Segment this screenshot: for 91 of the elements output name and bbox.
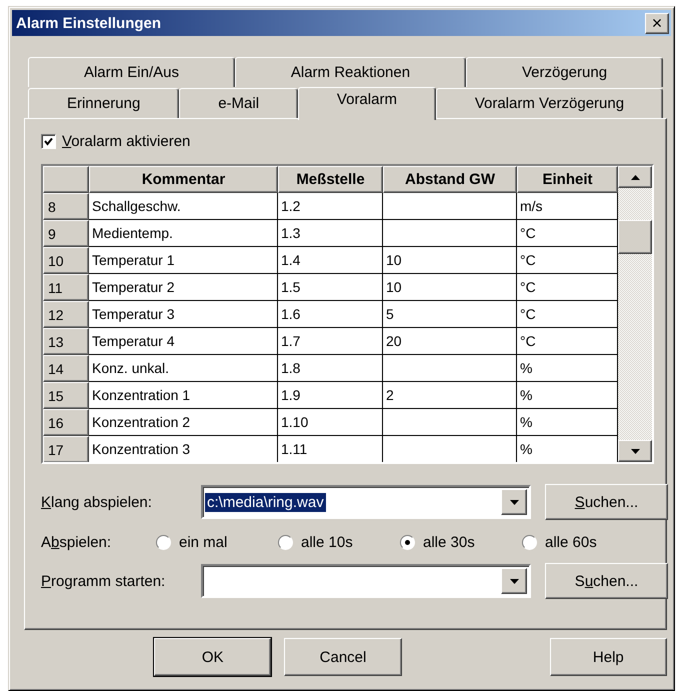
row-header: 16 [43,409,89,436]
table-cell[interactable] [383,355,517,382]
window-title: Alarm Einstellungen [16,14,162,32]
radio-label: ein mal [179,534,228,551]
tab[interactable]: Erinnerung [28,88,180,118]
table-cell[interactable]: °C [517,220,618,247]
table-cell[interactable]: % [517,409,618,436]
tab[interactable]: Voralarm Verzögerung [436,88,664,118]
table-cell[interactable]: 1.3 [278,220,383,247]
table-cell[interactable] [383,220,517,247]
column-header[interactable]: Meßstelle [278,166,383,193]
table-cell[interactable]: Temperatur 4 [89,328,278,355]
table-cell[interactable]: 1.9 [278,382,383,409]
table-cell[interactable]: 20 [383,328,517,355]
radio-label: alle 60s [545,534,597,551]
radio-button[interactable] [278,535,293,550]
row-header: 15 [43,382,89,409]
tab[interactable]: Verzögerung [466,57,663,87]
scrollbar[interactable] [618,166,652,462]
tab[interactable]: Alarm Reaktionen [234,57,466,87]
sound-label: Klang abspielen: [41,494,153,510]
table-cell[interactable] [383,193,517,220]
up-arrow-icon [630,174,640,180]
table-cell[interactable] [383,409,517,436]
table-cell[interactable]: °C [517,301,618,328]
table-cell[interactable]: 1.2 [278,193,383,220]
row-header: 13 [43,328,89,355]
row-header: 10 [43,247,89,274]
table-cell[interactable] [383,436,517,462]
row-header: 12 [43,301,89,328]
checkbox-label: Voralarm aktivieren [62,133,190,150]
scroll-thumb[interactable] [618,220,652,254]
radio-button[interactable] [156,535,171,550]
table-cell[interactable]: 1.6 [278,301,383,328]
down-arrow-icon [510,500,518,504]
close-button[interactable]: × [645,12,669,34]
radio-label: alle 30s [423,534,475,551]
table-cell[interactable]: 5 [383,301,517,328]
tab[interactable]: Alarm Ein/Aus [28,57,235,87]
table-cell[interactable]: °C [517,247,618,274]
table-cell[interactable]: 1.11 [278,436,383,462]
table-cell[interactable]: Konzentration 2 [89,409,278,436]
radio-label: alle 10s [301,534,353,551]
tab[interactable]: e-Mail [179,88,298,118]
table-cell[interactable]: 1.10 [278,409,383,436]
table-cell[interactable]: Konz. unkal. [89,355,278,382]
table-cell[interactable]: Temperatur 2 [89,274,278,301]
table-cell[interactable]: % [517,436,618,462]
down-arrow-icon [510,578,518,584]
table-cell[interactable]: % [517,382,618,409]
sound-combo[interactable]: c:\media\ring.wav [201,485,531,519]
radio-button[interactable] [400,535,415,550]
table-cell[interactable]: °C [517,274,618,301]
table-cell[interactable]: Temperatur 3 [89,301,278,328]
dialog-button[interactable]: Help [550,638,667,676]
column-header[interactable]: Kommentar [89,166,278,193]
row-header: 9 [43,220,89,247]
dialog-button[interactable]: Cancel [284,638,402,676]
table-cell[interactable]: 1.4 [278,247,383,274]
table-cell[interactable]: 1.8 [278,355,383,382]
table-cell[interactable]: 1.5 [278,274,383,301]
table-cell[interactable]: m/s [517,193,618,220]
row-header: 8 [43,193,89,220]
row-header: 11 [43,274,89,301]
browse-button[interactable]: Suchen... [545,484,668,520]
table-cell[interactable]: % [517,355,618,382]
program-combo[interactable] [201,564,531,598]
column-header[interactable]: Einheit [517,166,618,193]
table-cell[interactable]: 10 [383,274,517,301]
down-arrow-icon [630,448,640,454]
play-label: Abspielen: [41,534,112,551]
table-cell[interactable]: Konzentration 3 [89,436,278,462]
table-cell[interactable]: 2 [383,382,517,409]
table-cell[interactable]: Medientemp. [89,220,278,247]
row-header: 17 [43,436,89,462]
table-cell[interactable]: 1.7 [278,328,383,355]
corner-cell [43,166,89,193]
checkbox[interactable] [41,134,56,149]
radio-button[interactable] [522,535,537,550]
browse-button[interactable]: Suchen... [545,563,668,599]
row-header: 14 [43,355,89,382]
table-cell[interactable]: °C [517,328,618,355]
table-cell[interactable]: 10 [383,247,517,274]
field-value: c:\media\ring.wav [205,492,326,512]
table-cell[interactable]: Temperatur 1 [89,247,278,274]
tab[interactable]: Voralarm [298,87,436,120]
table-cell[interactable]: Schallgeschw. [89,193,278,220]
column-header[interactable]: Abstand GW [383,166,517,193]
dialog-button[interactable]: OK [154,638,272,676]
table-cell[interactable]: Konzentration 1 [89,382,278,409]
program-label: Programm starten: [41,572,166,590]
